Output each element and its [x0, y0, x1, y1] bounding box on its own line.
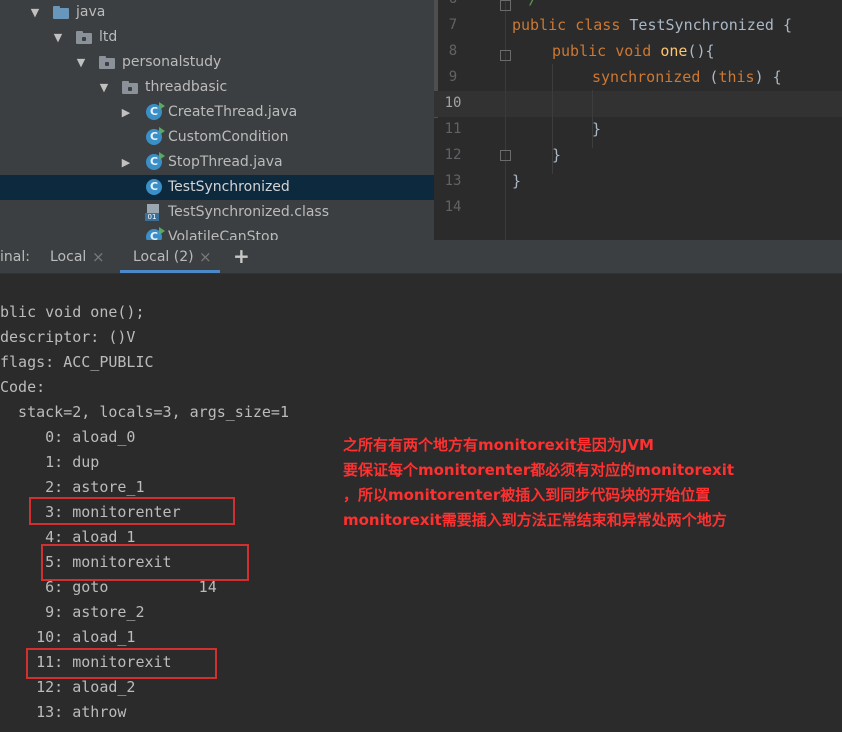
- line-number: 13: [444, 173, 462, 189]
- new-tab-icon[interactable]: +: [233, 244, 250, 268]
- java-class-icon: C: [146, 227, 165, 240]
- tree-item-label: threadbasic: [145, 79, 228, 95]
- close-icon[interactable]: ×: [199, 248, 212, 266]
- tree-item-label: ltd: [99, 29, 118, 45]
- code-line-12: }: [552, 146, 562, 164]
- tree-item-volatilecanstop[interactable]: C VolatileCanStop: [0, 225, 434, 240]
- line-number: 9: [448, 69, 458, 85]
- terminal-line: 12: aload_2: [0, 678, 136, 696]
- expand-arrow-icon[interactable]: ▼: [29, 6, 41, 19]
- line-number: 8: [448, 43, 458, 59]
- code-line-6: */: [520, 0, 538, 8]
- tab-label: Local (2): [133, 249, 194, 265]
- highlight-box-monitorenter: [29, 497, 235, 525]
- terminal-line: 0: aload_0: [0, 428, 136, 446]
- tree-item-label: TestSynchronized: [168, 179, 290, 195]
- highlight-box-monitorexit-5: [41, 544, 249, 581]
- tree-item-label: personalstudy: [122, 54, 222, 70]
- active-tab-indicator: [120, 270, 220, 273]
- gutter-separator: [505, 0, 506, 240]
- expand-arrow-icon[interactable]: ▼: [75, 56, 87, 69]
- source-folder-icon: [53, 6, 69, 19]
- annotation-line: monitorexit需要插入到方法正常结束和异常处两个地方: [343, 511, 727, 529]
- fold-marker-icon[interactable]: [500, 50, 511, 61]
- tree-item-java[interactable]: ▼ java: [0, 0, 434, 25]
- code-editor[interactable]: 6 7 8 9 10 11 12 13 14 */ public class T…: [434, 0, 842, 240]
- java-class-icon: C: [146, 152, 165, 170]
- terminal-title: inal:: [0, 249, 30, 265]
- code-line-11: }: [592, 120, 602, 138]
- tree-item-label: java: [76, 4, 106, 20]
- package-icon: [99, 56, 115, 69]
- code-line-13: }: [512, 172, 522, 190]
- terminal-line: stack=2, locals=3, args_size=1: [0, 403, 289, 421]
- annotation-line: 之所有有两个地方有monitorexit是因为JVM: [343, 436, 654, 454]
- annotation-text: 之所有有两个地方有monitorexit是因为JVM 要保证每个monitore…: [343, 433, 823, 533]
- terminal-tab-bar: inal: Local × Local (2) × +: [0, 240, 842, 274]
- highlight-box-monitorexit-11: [26, 648, 217, 679]
- collapse-arrow-icon[interactable]: ▶: [120, 106, 132, 119]
- line-number: 7: [448, 17, 458, 33]
- tree-item-threadbasic[interactable]: ▼ threadbasic: [0, 75, 434, 100]
- tree-item-testsynchronized[interactable]: C TestSynchronized: [0, 175, 434, 200]
- expand-arrow-icon[interactable]: ▼: [52, 31, 64, 44]
- line-number: 11: [444, 121, 462, 137]
- code-line-7: public class TestSynchronized {: [512, 16, 792, 34]
- terminal-line: flags: ACC_PUBLIC: [0, 353, 154, 371]
- tab-label: Local: [50, 249, 87, 265]
- code-line-8: public void one(){: [552, 42, 715, 60]
- current-line-highlight: [434, 91, 842, 117]
- terminal-line: 9: astore_2: [0, 603, 145, 621]
- annotation-line: 要保证每个monitorenter都必须有对应的monitorexit: [343, 461, 735, 479]
- collapse-arrow-icon[interactable]: ▶: [120, 156, 132, 169]
- package-icon: [76, 31, 92, 44]
- fold-marker-icon[interactable]: [500, 150, 511, 161]
- line-number-current: 10: [444, 95, 462, 111]
- tab-local[interactable]: Local ×: [44, 240, 114, 273]
- annotation-line: ，所以monitorenter被插入到同步代码块的开始位置: [343, 486, 711, 504]
- tree-item-personalstudy[interactable]: ▼ personalstudy: [0, 50, 434, 75]
- tree-item-stopthread[interactable]: ▶ C StopThread.java: [0, 150, 434, 175]
- tree-item-label: TestSynchronized.class: [168, 204, 330, 220]
- fold-marker-icon[interactable]: [500, 0, 511, 11]
- project-tree: ▼ java ▼ ltd ▼ personalstudy ▼ threadbas…: [0, 0, 434, 240]
- terminal-line: 1: dup: [0, 453, 100, 471]
- tree-item-label: StopThread.java: [168, 154, 283, 170]
- tree-item-label: CustomCondition: [168, 129, 289, 145]
- java-class-icon: C: [146, 127, 165, 145]
- terminal-line: blic void one();: [0, 303, 145, 321]
- line-number: 12: [444, 147, 462, 163]
- class-file-icon: 01: [145, 204, 161, 221]
- tree-item-label: VolatileCanStop: [168, 229, 279, 240]
- line-number: 14: [444, 199, 462, 215]
- tree-item-testsynchronized-class[interactable]: 01 TestSynchronized.class: [0, 200, 434, 225]
- tree-item-label: CreateThread.java: [168, 104, 298, 120]
- tab-local-2[interactable]: Local (2) ×: [120, 240, 220, 273]
- close-icon[interactable]: ×: [92, 248, 105, 266]
- indent-guide: [592, 90, 593, 148]
- java-class-icon: C: [146, 179, 162, 195]
- terminal-line: Code:: [0, 378, 46, 396]
- expand-arrow-icon[interactable]: ▼: [98, 81, 110, 94]
- terminal-line: 13: athrow: [0, 703, 127, 721]
- tree-item-createthread[interactable]: ▶ C CreateThread.java: [0, 100, 434, 125]
- line-number: 6: [440, 0, 466, 7]
- terminal-line: 10: aload_1: [0, 628, 136, 646]
- package-icon: [122, 81, 138, 94]
- tree-item-customcondition[interactable]: C CustomCondition: [0, 125, 434, 150]
- terminal-line: 2: astore_1: [0, 478, 145, 496]
- code-line-9: synchronized (this) {: [592, 68, 782, 86]
- java-class-icon: C: [146, 102, 165, 120]
- terminal-line: descriptor: ()V: [0, 328, 136, 346]
- tree-item-ltd[interactable]: ▼ ltd: [0, 25, 434, 50]
